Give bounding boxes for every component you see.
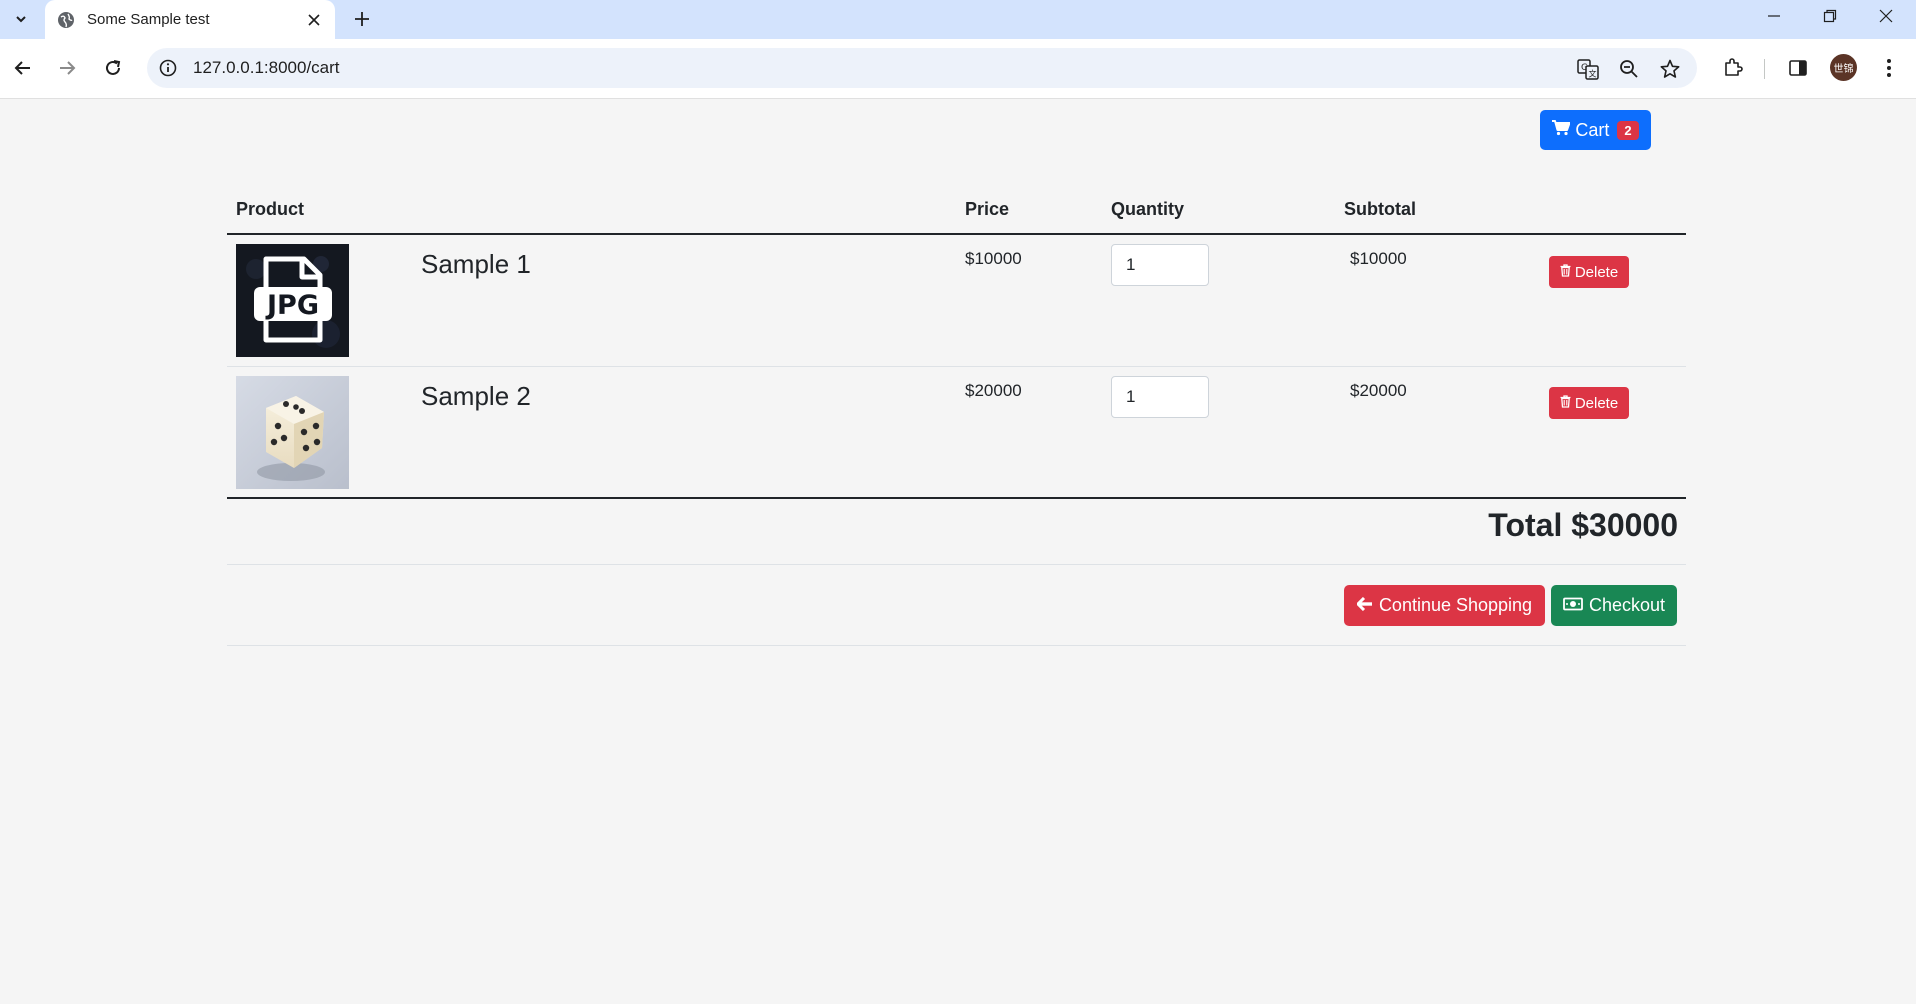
arrow-left-icon <box>1356 595 1373 616</box>
svg-text:文: 文 <box>1589 69 1597 79</box>
trash-icon <box>1560 263 1571 281</box>
shopping-cart-icon <box>1552 119 1571 141</box>
globe-icon <box>57 11 75 29</box>
product-name: Sample 2 <box>421 381 531 411</box>
restore-icon[interactable] <box>1802 0 1858 32</box>
quantity-input[interactable] <box>1111 376 1209 418</box>
minimize-icon[interactable] <box>1746 0 1802 32</box>
profile-avatar[interactable]: 世锦 <box>1830 54 1857 81</box>
checkout-label: Checkout <box>1588 595 1666 615</box>
reload-icon[interactable] <box>96 51 130 85</box>
delete-label: Delete <box>1574 263 1619 281</box>
summary-divider <box>227 564 1686 565</box>
cart-button[interactable]: Cart 2 <box>1540 110 1651 150</box>
cart-count-badge: 2 <box>1617 120 1639 140</box>
plus-icon[interactable] <box>348 5 376 33</box>
cart-total: Total $30000 <box>1488 507 1678 543</box>
product-thumbnail-jpg[interactable]: JPG <box>236 244 349 357</box>
browser-toolbar: 127.0.0.1:8000/cart G文 世锦 <box>0 39 1916 99</box>
forward-icon[interactable] <box>50 51 84 85</box>
column-header-quantity: Quantity <box>1111 199 1185 219</box>
cart-label: Cart <box>1575 119 1610 140</box>
product-price: $20000 <box>965 381 1022 400</box>
window-close-icon[interactable] <box>1858 0 1914 32</box>
product-subtotal: $10000 <box>1350 249 1407 268</box>
total-divider <box>227 497 1686 499</box>
product-name: Sample 1 <box>421 249 531 279</box>
tab-title: Some Sample test <box>87 11 210 28</box>
avatar-text: 世锦 <box>1833 64 1854 75</box>
delete-button[interactable]: Delete <box>1549 256 1629 288</box>
page-content: Cart 2 Product Price Quantity Subtotal J… <box>0 99 1916 1004</box>
toolbar-divider <box>1764 59 1765 79</box>
browser-tab[interactable]: Some Sample test <box>45 0 335 39</box>
back-icon[interactable] <box>6 51 40 85</box>
tab-strip: Some Sample test <box>0 0 1916 39</box>
translate-icon[interactable]: G文 <box>1575 56 1601 82</box>
money-bill-icon <box>1563 595 1583 616</box>
address-bar[interactable]: 127.0.0.1:8000/cart G文 <box>147 48 1697 88</box>
delete-button[interactable]: Delete <box>1549 387 1629 419</box>
zoom-icon[interactable] <box>1616 56 1642 82</box>
column-header-price: Price <box>965 199 1010 219</box>
checkout-button[interactable]: Checkout <box>1551 585 1677 626</box>
star-icon[interactable] <box>1657 56 1683 82</box>
menu-icon[interactable] <box>1872 51 1906 85</box>
extensions-icon[interactable] <box>1716 51 1750 85</box>
product-thumbnail-dice[interactable] <box>236 376 349 489</box>
side-panel-icon[interactable] <box>1781 51 1815 85</box>
delete-label: Delete <box>1574 394 1619 412</box>
product-subtotal: $20000 <box>1350 381 1407 400</box>
product-price: $10000 <box>965 249 1022 268</box>
header-divider <box>227 233 1686 235</box>
footer-divider <box>227 645 1686 646</box>
continue-shopping-label: Continue Shopping <box>1378 595 1533 615</box>
quantity-input[interactable] <box>1111 244 1209 286</box>
svg-text:JPG: JPG <box>265 290 319 321</box>
url-text: 127.0.0.1:8000/cart <box>193 58 340 77</box>
continue-shopping-button[interactable]: Continue Shopping <box>1344 585 1545 626</box>
column-header-product: Product <box>236 199 305 219</box>
column-header-subtotal: Subtotal <box>1344 199 1416 219</box>
row-divider <box>227 366 1686 367</box>
trash-icon <box>1560 394 1571 412</box>
info-icon[interactable] <box>157 57 179 79</box>
tab-search-icon[interactable] <box>6 4 36 34</box>
close-icon[interactable] <box>303 9 325 31</box>
